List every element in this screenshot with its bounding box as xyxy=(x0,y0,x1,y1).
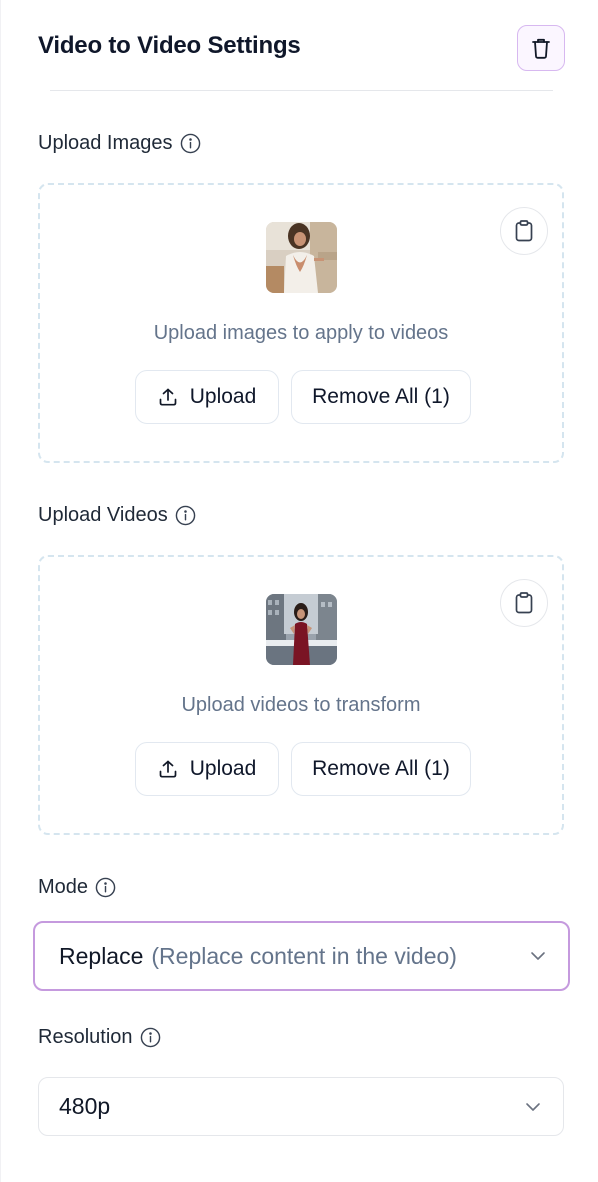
upload-images-button-label: Upload xyxy=(189,385,257,408)
remove-all-images-button[interactable]: Remove All (1) xyxy=(291,370,471,424)
uploaded-video-thumbnail[interactable] xyxy=(266,594,337,665)
videos-dropzone-text: Upload videos to transform xyxy=(181,694,421,716)
upload-videos-button[interactable]: Upload xyxy=(135,742,279,796)
mode-selected-value: Replace xyxy=(59,942,144,969)
remove-all-images-label: Remove All (1) xyxy=(312,385,450,408)
upload-videos-label: Upload Videos xyxy=(38,504,196,527)
delete-button[interactable] xyxy=(517,25,565,71)
paste-images-button[interactable] xyxy=(500,207,548,255)
trash-icon xyxy=(532,38,550,59)
resolution-label: Resolution xyxy=(38,1026,161,1049)
uploaded-image-thumbnail[interactable] xyxy=(266,222,337,293)
resolution-label-text: Resolution xyxy=(38,1026,133,1048)
paste-videos-button[interactable] xyxy=(500,579,548,627)
chevron-down-icon xyxy=(526,1102,540,1111)
images-dropzone[interactable]: Upload images to apply to videos Upload … xyxy=(38,183,564,463)
mode-label: Mode xyxy=(38,876,116,899)
videos-dropzone[interactable]: Upload videos to transform Upload Remove… xyxy=(38,555,564,835)
page-title: Video to Video Settings xyxy=(38,32,301,59)
upload-videos-label-text: Upload Videos xyxy=(38,504,168,526)
video-settings-panel: Video to Video Settings Upload Images Up… xyxy=(0,0,598,1182)
upload-images-label: Upload Images xyxy=(38,132,201,155)
upload-icon xyxy=(159,388,177,406)
resolution-selected-value: 480p xyxy=(59,1093,111,1119)
chevron-down-icon xyxy=(531,952,545,960)
remove-all-videos-button[interactable]: Remove All (1) xyxy=(291,742,471,796)
upload-images-button[interactable]: Upload xyxy=(135,370,279,424)
clipboard-icon xyxy=(515,220,533,242)
clipboard-icon xyxy=(515,592,533,614)
upload-videos-button-label: Upload xyxy=(189,757,257,780)
upload-images-label-text: Upload Images xyxy=(38,132,173,154)
mode-select[interactable]: Replace (Replace content in the video) xyxy=(33,921,570,991)
upload-icon xyxy=(159,760,177,778)
images-dropzone-text: Upload images to apply to videos xyxy=(153,322,449,344)
header-divider xyxy=(50,90,553,91)
info-icon[interactable] xyxy=(140,1027,161,1048)
resolution-select[interactable]: 480p xyxy=(38,1077,564,1136)
info-icon[interactable] xyxy=(180,133,201,154)
info-icon[interactable] xyxy=(95,877,116,898)
mode-label-text: Mode xyxy=(38,876,89,898)
remove-all-videos-label: Remove All (1) xyxy=(312,757,450,780)
mode-selected-description: (Replace content in the video) xyxy=(151,942,457,969)
info-icon[interactable] xyxy=(175,505,196,526)
